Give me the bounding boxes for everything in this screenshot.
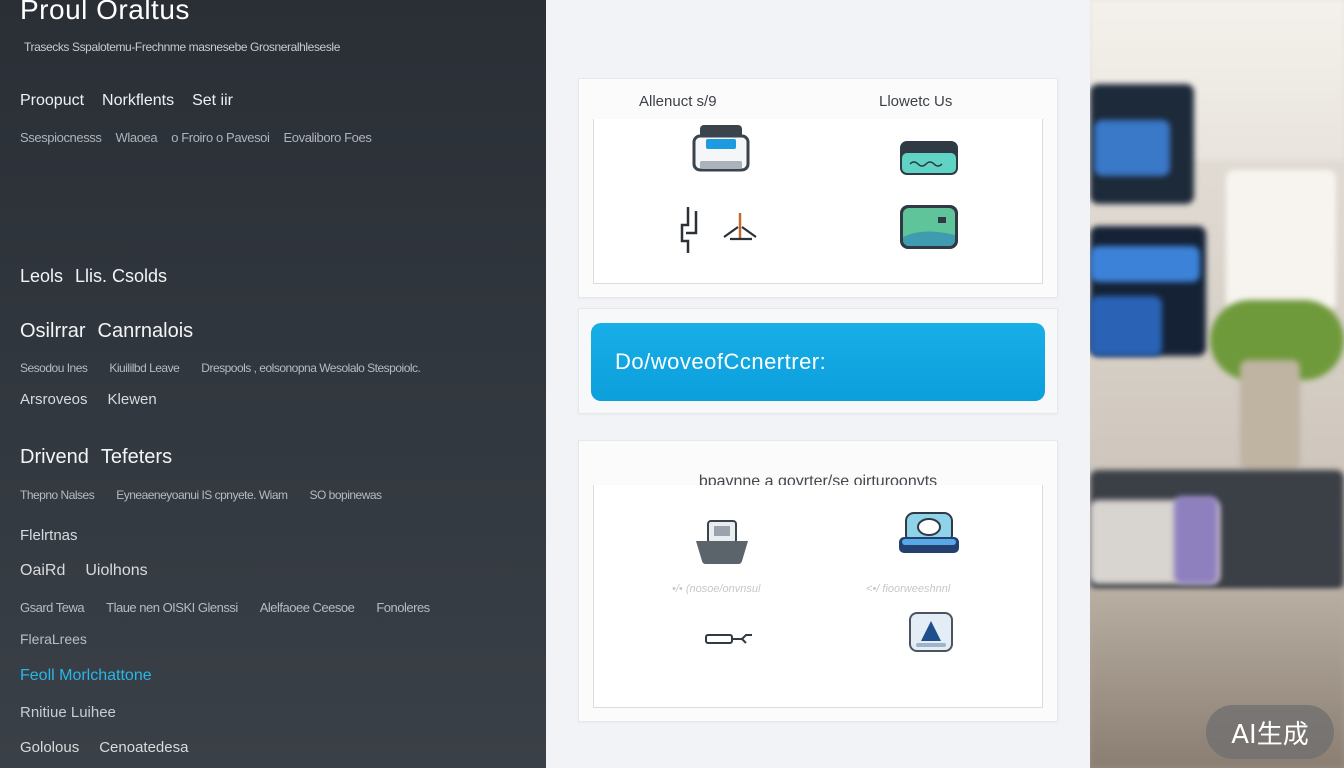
nav-item-settings[interactable]: Set iir: [192, 92, 233, 110]
primary-cta-button[interactable]: Do/woveofCcnertrer:: [591, 323, 1045, 401]
sidebar-item-active: Feoll Morlchattone: [20, 667, 152, 685]
sidebar: Proul Oraltus Trasecks Sspalotemu-Frechn…: [0, 0, 546, 768]
section-heading: Drivend Tefeters: [20, 446, 184, 469]
sidebar-link-active[interactable]: Feoll Morlchattone: [20, 667, 152, 685]
sidebar-item: Rnitiue Luihee: [20, 704, 116, 721]
section-heading-text: Osilrrar: [20, 320, 86, 342]
cart-icon[interactable]: [692, 519, 752, 572]
sub-nav: Ssespiocnesss Wlaoea o Froiro o Pavesoi …: [20, 130, 385, 145]
section-links: Thepno Nalses Eyneaeneyoanui IS cpnyete.…: [20, 488, 404, 502]
sidebar-link[interactable]: Eyneaeneyoanui IS cpnyete. Wiam: [116, 488, 288, 502]
photo-window: [1226, 170, 1336, 310]
section-links: Gololous Cenoatedesa: [20, 739, 208, 756]
sidebar-link-leads[interactable]: Leols: [20, 266, 63, 287]
sub-nav-item[interactable]: o Froiro o Pavesoi: [171, 130, 270, 145]
nav-item-workflows[interactable]: Norkflents: [102, 92, 174, 110]
scanner-icon[interactable]: [896, 509, 962, 564]
sidebar-link-approves[interactable]: Arsroveos: [20, 391, 88, 408]
card-label-about[interactable]: Allenuct ѕ/9: [639, 93, 717, 110]
tool-icon[interactable]: [674, 203, 764, 264]
card-label-love[interactable]: Llowetc Us: [879, 93, 952, 110]
nav-item-product[interactable]: Proopuct: [20, 92, 84, 110]
sidebar-link-lists[interactable]: Llis. Csolds: [75, 266, 167, 287]
icon-grid: [593, 119, 1043, 284]
section-heading-text: Tefeters: [100, 446, 173, 468]
photo-desk-item: [1174, 496, 1218, 584]
top-nav: Proopuct Norkflents Set iir: [20, 92, 251, 110]
printer-icon[interactable]: [690, 123, 752, 184]
cable-icon[interactable]: [704, 629, 754, 654]
cta-card: Do/woveofCcnertrer:: [578, 308, 1058, 414]
section-leads: Leols Llis. Csolds: [20, 266, 179, 287]
sidebar-link-reviews[interactable]: Klewen: [108, 391, 157, 408]
sub-nav-item[interactable]: Wlaoea: [116, 130, 158, 145]
photo-monitor-screen: [1090, 246, 1200, 282]
section-links: OaiRd Uiolhons: [20, 562, 168, 580]
sidebar-link[interactable]: Thepno Nalses: [20, 488, 95, 502]
drive-icon[interactable]: [896, 137, 962, 186]
app-subtitle: Trasecks Sspalotemu-Frechnme masnesebe G…: [24, 40, 340, 54]
ai-generated-watermark: AI生成: [1206, 705, 1334, 759]
sidebar-link[interactable]: Fonoleres: [376, 600, 430, 615]
feature-card: Allenuct ѕ/9 Llowetc Us: [578, 78, 1058, 298]
section-links: Arsroveos Klewen: [20, 391, 177, 408]
sidebar-link[interactable]: Cenoatedesa: [99, 739, 188, 756]
section-heading-text: Canrnalois: [97, 320, 194, 342]
sidebar-link[interactable]: OaiRd: [20, 562, 65, 580]
sidebar-link[interactable]: Flelrtnas: [20, 527, 78, 544]
product-card: bpavnne a goyrter/se oirturoonvts •/• (n…: [578, 440, 1058, 722]
sub-nav-item[interactable]: Eovaliboro Foes: [284, 130, 372, 145]
section-links: Gsard Tewa Tlaue nen OISKI Glenssi Alelf…: [20, 600, 452, 615]
icon-caption: <•/ fioorweeshnnl: [866, 583, 951, 595]
sidebar-link[interactable]: SO bopinewas: [310, 488, 383, 502]
sidebar-link[interactable]: Gsard Tewa: [20, 600, 85, 615]
photo-monitor-screen: [1094, 120, 1170, 176]
sidebar-item: Flelrtnas: [20, 527, 98, 544]
section-links: Sesodou Ines Kiuililbd Leave Drespools ,…: [20, 361, 442, 375]
sidebar-link[interactable]: Alelfaoee Ceesoe: [260, 600, 355, 615]
icon-grid: •/• (nosoe/onvnsul <•/ fioorweeshnnl: [593, 485, 1043, 708]
sidebar-link[interactable]: Tlaue nen OISKI Glenssi: [106, 600, 238, 615]
sidebar-link[interactable]: FleraLrees: [20, 631, 87, 647]
sidebar-link[interactable]: Rnitiue Luihee: [20, 704, 116, 721]
sidebar-link[interactable]: Sesodou Ines: [20, 361, 88, 375]
app-root: Proul Oraltus Trasecks Sspalotemu-Frechn…: [0, 0, 1344, 768]
card-icon[interactable]: [896, 203, 962, 260]
photo-monitor-screen: [1090, 296, 1162, 356]
section-heading-text: Drivend: [20, 446, 89, 468]
app-title: Proul Oraltus: [20, 0, 190, 25]
sidebar-link[interactable]: Uiolhons: [85, 562, 147, 580]
sub-nav-item[interactable]: Ssespiocnesss: [20, 130, 102, 145]
sidebar-link[interactable]: Kiuililbd Leave: [109, 361, 179, 375]
triangle-badge-icon[interactable]: [906, 611, 956, 660]
sidebar-item: FleraLrees: [20, 631, 87, 647]
icon-caption: •/• (nosoe/onvnsul: [672, 583, 761, 595]
sidebar-link[interactable]: Gololous: [20, 739, 79, 756]
sidebar-link[interactable]: Drespools , eolsonopna Wesolalo Stespoio…: [201, 361, 421, 375]
office-photo: [1090, 0, 1344, 768]
section-heading: Osilrrar Canrnalois: [20, 320, 205, 343]
main-panel: Allenuct ѕ/9 Llowetc Us Do/woveofCcnertr…: [546, 0, 1090, 768]
photo-planter: [1240, 360, 1300, 470]
